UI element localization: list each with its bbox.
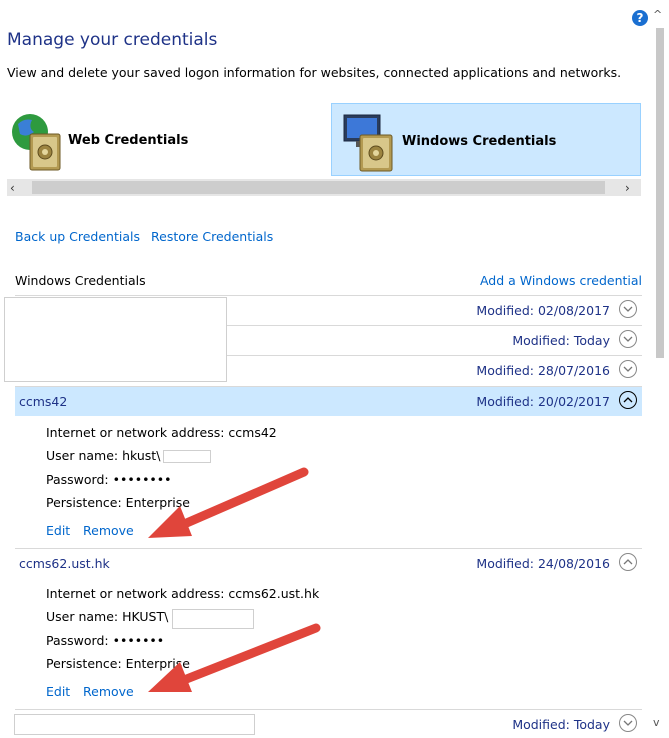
remove-link[interactable]: Remove [83, 523, 134, 538]
page-title: Manage your credentials [7, 30, 218, 50]
chevron-down-icon[interactable] [619, 714, 637, 732]
chevron-down-icon[interactable] [619, 300, 637, 318]
chevron-up-icon[interactable] [619, 553, 637, 571]
modified-date: Modified: Today [512, 333, 610, 348]
remove-link[interactable]: Remove [83, 684, 134, 699]
credential-row[interactable]: ccms62.ust.hk Modified: 24/08/2016 [15, 548, 642, 577]
credential-name: ccms42 [19, 394, 68, 409]
modified-date: Modified: Today [512, 717, 610, 732]
credential-row-selected[interactable]: ccms42 Modified: 20/02/2017 [15, 386, 642, 416]
edit-link[interactable]: Edit [46, 684, 70, 699]
redacted-username [163, 450, 211, 463]
redacted-area [4, 297, 227, 382]
section-title: Windows Credentials [15, 273, 146, 288]
web-credentials-tile[interactable]: Web Credentials [7, 103, 327, 176]
detail-username: User name: HKUST\ [46, 609, 169, 624]
chevron-down-icon[interactable] [619, 360, 637, 378]
edit-link[interactable]: Edit [46, 523, 70, 538]
scroll-right-icon[interactable]: › [625, 181, 630, 195]
detail-address: Internet or network address: ccms62.ust.… [46, 586, 320, 601]
detail-password: Password: ••••••• [46, 633, 165, 648]
windows-credentials-label: Windows Credentials [402, 134, 557, 149]
detail-persistence: Persistence: Enterprise [46, 656, 190, 671]
backup-credentials-link[interactable]: Back up Credentials [15, 229, 140, 244]
windows-credentials-tile[interactable]: Windows Credentials [331, 103, 641, 176]
modified-date: Modified: 24/08/2016 [476, 556, 610, 571]
restore-credentials-link[interactable]: Restore Credentials [151, 229, 273, 244]
horizontal-scrollbar-thumb[interactable] [32, 181, 605, 194]
scroll-down-arrow-icon[interactable]: v [653, 716, 660, 729]
chevron-down-icon[interactable] [619, 330, 637, 348]
chevron-up-icon[interactable] [619, 391, 637, 409]
detail-persistence: Persistence: Enterprise [46, 495, 190, 510]
detail-address: Internet or network address: ccms42 [46, 425, 277, 440]
web-credentials-label: Web Credentials [68, 133, 189, 148]
detail-username: User name: hkust\ [46, 448, 161, 463]
scroll-left-icon[interactable]: ‹ [10, 181, 15, 195]
redacted-area [14, 714, 255, 735]
modified-date: Modified: 28/07/2016 [476, 363, 610, 378]
scroll-up-arrow-icon[interactable]: ^ [653, 8, 662, 21]
add-windows-credential-link[interactable]: Add a Windows credential [480, 273, 642, 288]
vault-computer-icon [342, 111, 400, 173]
detail-password: Password: •••••••• [46, 472, 172, 487]
vertical-scrollbar-thumb[interactable] [656, 28, 664, 358]
redacted-username [172, 609, 254, 629]
credential-name: ccms62.ust.hk [19, 556, 110, 571]
help-icon[interactable]: ? [632, 10, 648, 26]
modified-date: Modified: 02/08/2017 [476, 303, 610, 318]
modified-date: Modified: 20/02/2017 [476, 394, 610, 409]
page-subtitle: View and delete your saved logon informa… [7, 65, 622, 80]
vault-globe-icon [10, 110, 62, 172]
